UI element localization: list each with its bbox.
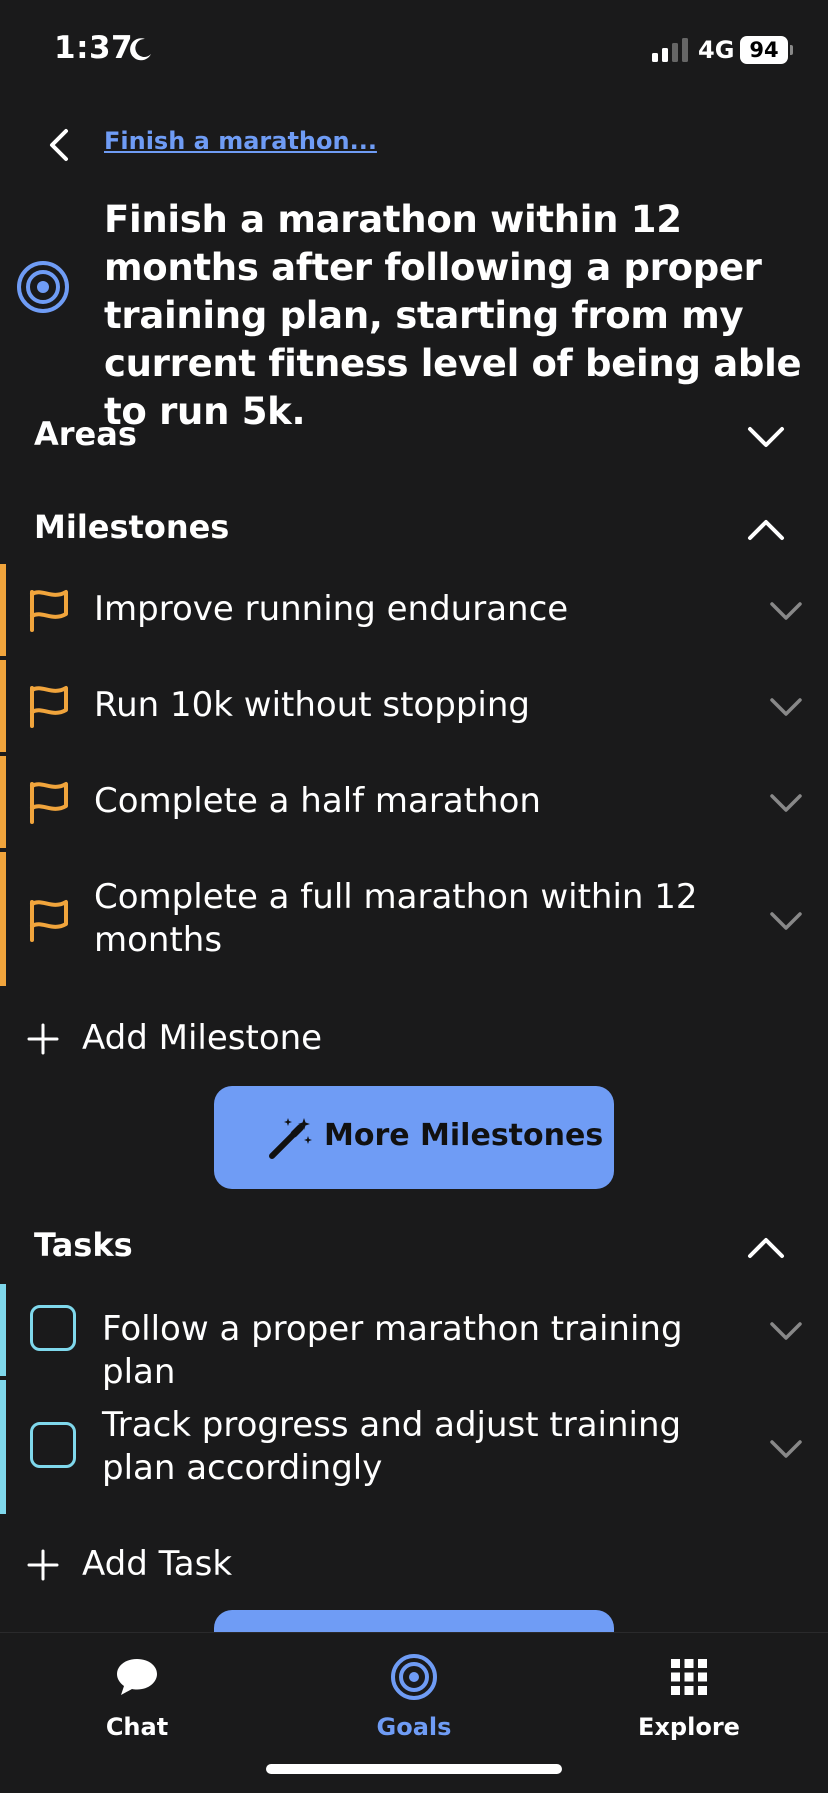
flag-icon [30,686,68,728]
battery-cap [790,45,793,55]
more-milestones-button[interactable]: More Milestones [214,1086,614,1189]
more-milestones-label: More Milestones [324,1118,604,1153]
flag-icon [30,590,68,632]
add-milestone-label: Add Milestone [82,1018,323,1058]
magic-wand-icon [269,1118,312,1159]
task-row[interactable]: Follow a proper marathon training plan [0,1284,828,1392]
add-task-label: Add Task [82,1544,233,1584]
milestone-label: Improve running endurance [94,589,569,629]
milestone-row[interactable]: Improve running endurance [0,564,828,656]
task-accent-bar [0,1380,6,1514]
home-indicator [266,1764,562,1774]
status-time: 1:37 [54,30,134,66]
task-checkbox[interactable] [30,1422,76,1468]
milestone-row[interactable]: Complete a half marathon [0,756,828,848]
battery-level: 94 [740,36,788,64]
chevron-down-icon[interactable] [766,1316,806,1344]
milestone-row[interactable]: Run 10k without stopping [0,660,828,752]
chevron-up-icon[interactable] [744,512,788,548]
task-row[interactable]: Track progress and adjust training plan … [0,1380,828,1514]
milestones-section-header[interactable]: Milestones [0,498,828,558]
areas-section-header[interactable]: Areas [0,405,828,465]
network-type: 4G [698,36,735,64]
tab-explore[interactable]: Explore [609,1645,769,1745]
chevron-up-icon[interactable] [744,1230,788,1266]
milestone-accent-bar [0,564,6,656]
flag-icon [30,900,68,942]
tasks-section-header[interactable]: Tasks [0,1216,828,1276]
grid-icon [671,1659,707,1695]
tab-label: Chat [105,1713,169,1741]
moon-icon [130,38,151,61]
plus-icon [27,1549,59,1581]
chevron-down-icon[interactable] [744,419,788,455]
tab-goals[interactable]: Goals [334,1645,494,1745]
chevron-down-icon[interactable] [766,1434,806,1462]
goal-title: Finish a marathon within 12 months after… [104,198,802,433]
plus-icon [27,1023,59,1055]
signal-bars-icon [652,38,688,62]
breadcrumb-link[interactable]: Finish a marathon... [104,127,377,155]
target-icon [391,1654,437,1700]
task-label: Track progress and adjust training plan … [102,1405,682,1488]
milestone-label: Complete a full marathon within 12 month… [94,877,698,960]
milestone-accent-bar [0,852,6,986]
tab-label: Explore [638,1713,740,1741]
chevron-down-icon[interactable] [766,596,806,624]
section-label: Milestones [34,508,230,546]
task-checkbox[interactable] [30,1305,76,1351]
task-accent-bar [0,1284,6,1376]
chevron-down-icon[interactable] [766,692,806,720]
section-label: Areas [34,415,137,453]
milestone-accent-bar [0,756,6,848]
chevron-down-icon[interactable] [766,906,806,934]
tab-chat[interactable]: Chat [57,1645,217,1745]
section-label: Tasks [34,1226,133,1264]
back-chevron-icon[interactable] [42,125,78,165]
milestone-accent-bar [0,660,6,752]
milestone-label: Complete a half marathon [94,781,541,821]
flag-icon [30,782,68,824]
milestone-row[interactable]: Complete a full marathon within 12 month… [0,852,828,986]
add-milestone-button[interactable]: Add Milestone [0,1008,828,1068]
add-task-button[interactable]: Add Task [0,1534,828,1594]
target-icon [17,261,69,313]
chat-bubble-icon [117,1659,157,1695]
chevron-down-icon[interactable] [766,788,806,816]
tab-label: Goals [376,1713,452,1741]
milestone-label: Run 10k without stopping [94,685,530,725]
nav-header: Finish a marathon... [0,115,828,171]
status-bar: 1:37 4G 94 [0,0,828,100]
